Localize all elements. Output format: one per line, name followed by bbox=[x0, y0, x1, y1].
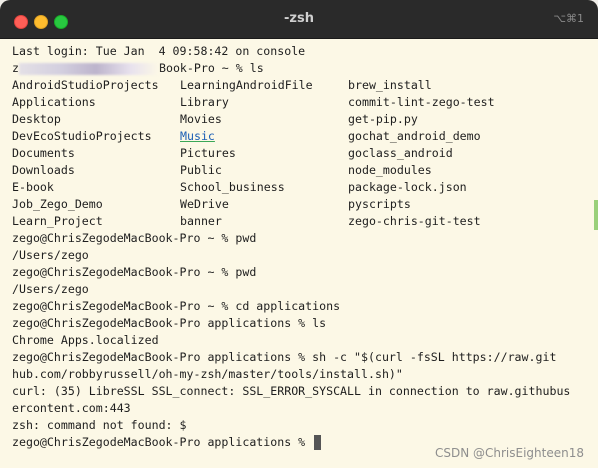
ls-entry: banner bbox=[180, 214, 222, 228]
window-title: -zsh bbox=[284, 11, 314, 26]
ls-entry: Movies bbox=[180, 112, 222, 126]
terminal-line: /Users/zego bbox=[12, 282, 89, 296]
terminal-line: /Users/zego bbox=[12, 248, 89, 262]
command-history: zego@ChrisZegodeMacBook-Pro ~ % pwd/User… bbox=[12, 230, 592, 434]
ls-row: AndroidStudioProjects LearningAndroidFile… bbox=[12, 77, 592, 94]
ls-entry: Applications bbox=[12, 95, 96, 109]
ls-entry: Job_Zego_Demo bbox=[12, 197, 103, 211]
ls-entry: Public bbox=[180, 163, 222, 177]
ls-entry: node_modules bbox=[348, 163, 432, 177]
ls-row: Job_Zego_Demo WeDrive pyscripts bbox=[12, 196, 592, 213]
current-prompt: zego@ChrisZegodeMacBook-Pro applications… bbox=[12, 435, 313, 449]
ls-entry: get-pip.py bbox=[348, 112, 418, 126]
ls-entry: brew_install bbox=[348, 78, 432, 92]
ls-entry: WeDrive bbox=[180, 197, 229, 211]
terminal-line: zsh: command not found: $ bbox=[12, 418, 187, 432]
ls-entry: Learn_Project bbox=[12, 214, 103, 228]
prompt-prefix: z bbox=[12, 61, 19, 75]
terminal-line: zego@ChrisZegodeMacBook-Pro applications… bbox=[12, 316, 327, 330]
terminal-line: ercontent.com:443 bbox=[12, 401, 131, 415]
ls-entry: pyscripts bbox=[348, 197, 411, 211]
ls-entry: Desktop bbox=[12, 112, 61, 126]
redacted-hostname bbox=[18, 62, 159, 75]
ls-output: AndroidStudioProjects LearningAndroidFile… bbox=[12, 77, 592, 230]
ls-entry: package-lock.json bbox=[348, 180, 467, 194]
prompt-suffix: Book-Pro ~ % ls bbox=[158, 61, 264, 75]
ls-row: Downloads Public node_modules bbox=[12, 162, 592, 179]
terminal-line: zego@ChrisZegodeMacBook-Pro applications… bbox=[12, 350, 557, 364]
ls-entry: School_business bbox=[180, 180, 285, 194]
ls-entry: AndroidStudioProjects bbox=[12, 78, 159, 92]
terminal-line: curl: (35) LibreSSL SSL_connect: SSL_ERR… bbox=[12, 384, 571, 398]
ls-row: E-book School_business package-lock.json bbox=[12, 179, 592, 196]
ls-entry: Documents bbox=[12, 146, 75, 160]
ls-entry: Pictures bbox=[180, 146, 236, 160]
terminal-window: -zsh ⌥⌘1 Last login: Tue Jan 4 09:58:42 … bbox=[0, 0, 598, 468]
terminal-line: zego@ChrisZegodeMacBook-Pro ~ % pwd bbox=[12, 265, 257, 279]
ls-entry: commit-lint-zego-test bbox=[348, 95, 495, 109]
title-bar[interactable]: -zsh ⌥⌘1 bbox=[0, 0, 598, 39]
ls-entry: Downloads bbox=[12, 163, 75, 177]
watermark: CSDN @ChrisEighteen18 bbox=[434, 446, 584, 460]
ls-entry: E-book bbox=[12, 180, 54, 194]
terminal-line: zego@ChrisZegodeMacBook-Pro ~ % pwd bbox=[12, 231, 257, 245]
ls-row: Desktop Movies get-pip.py bbox=[12, 111, 592, 128]
ls-entry: LearningAndroidFile bbox=[180, 78, 313, 92]
terminal-line: zego@ChrisZegodeMacBook-Pro ~ % cd appli… bbox=[12, 299, 341, 313]
terminal-line: hub.com/robbyrussell/oh-my-zsh/master/to… bbox=[12, 367, 403, 381]
ls-row: Learn_Project banner zego-chris-git-test bbox=[12, 213, 592, 230]
ls-row: Documents Pictures goclass_android bbox=[12, 145, 592, 162]
terminal-line: Chrome Apps.localized bbox=[12, 333, 159, 347]
ls-entry: gochat_android_demo bbox=[348, 129, 481, 143]
background-window-edge bbox=[594, 200, 598, 230]
last-login-line: Last login: Tue Jan 4 09:58:42 on consol… bbox=[12, 44, 306, 58]
text-cursor bbox=[314, 435, 322, 450]
terminal-output[interactable]: Last login: Tue Jan 4 09:58:42 on consol… bbox=[12, 43, 592, 468]
ls-entry: DevEcoStudioProjects bbox=[12, 129, 152, 143]
first-prompt-line: z Book-Pro ~ % ls bbox=[12, 60, 592, 77]
ls-entry: Library bbox=[180, 95, 229, 109]
window-shortcut: ⌥⌘1 bbox=[553, 12, 584, 25]
ls-entry: goclass_android bbox=[348, 146, 453, 160]
ls-entry: Music bbox=[180, 129, 215, 143]
ls-row: Applications Library commit-lint-zego-test bbox=[12, 94, 592, 111]
ls-row: DevEcoStudioProjects Music gochat_android_… bbox=[12, 128, 592, 145]
ls-entry: zego-chris-git-test bbox=[348, 214, 481, 228]
